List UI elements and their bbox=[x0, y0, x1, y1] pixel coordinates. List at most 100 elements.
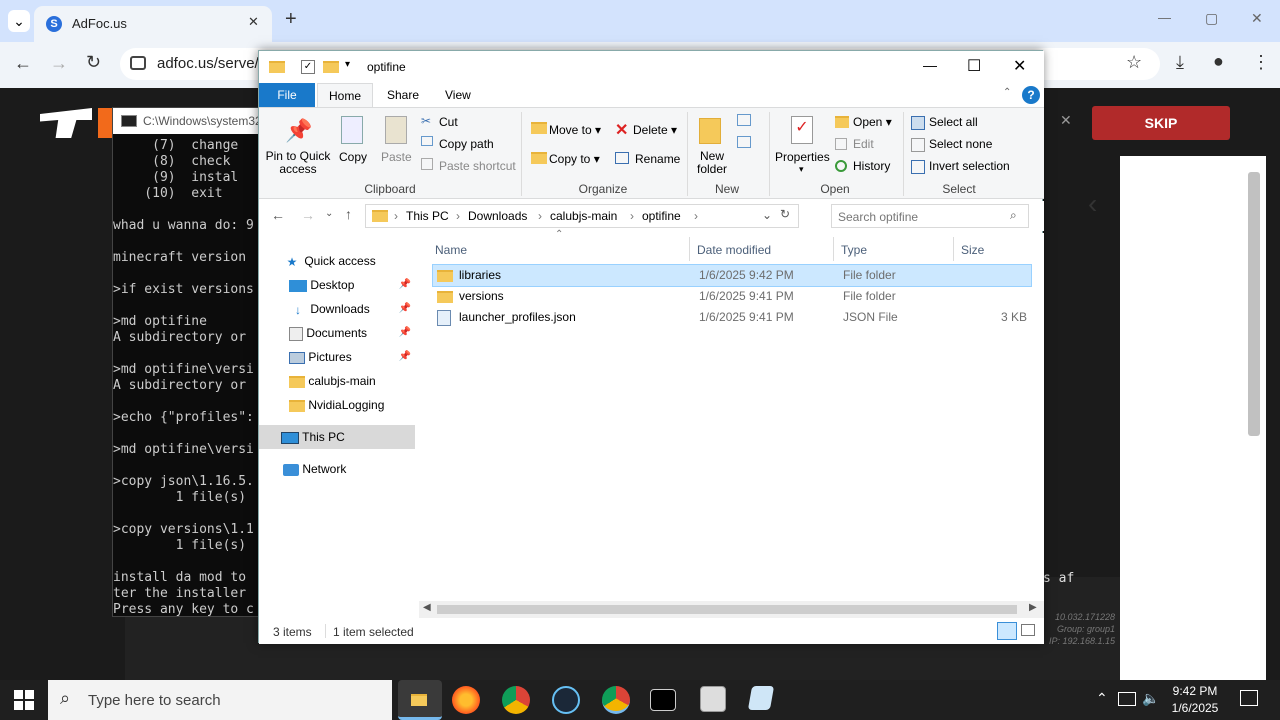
tab-home[interactable]: Home bbox=[317, 83, 373, 108]
carousel-prev-icon[interactable]: ‹ bbox=[1088, 188, 1097, 220]
download-icon[interactable]: ⤓ bbox=[1176, 52, 1184, 73]
recent-locations-icon[interactable]: ⌄ bbox=[325, 208, 333, 219]
browser-menu-icon[interactable]: ⋮ bbox=[1252, 52, 1270, 73]
sidebar-item-documents[interactable]: Documents 📌 bbox=[289, 321, 417, 345]
column-divider[interactable] bbox=[689, 237, 690, 261]
file-row[interactable]: libraries 1/6/2025 9:42 PM File folder bbox=[432, 264, 1032, 287]
file-row[interactable]: launcher_profiles.json 1/6/2025 9:41 PM JS… bbox=[433, 307, 1031, 328]
file-explorer-window[interactable]: ✓ ▾ optifine — ☐ ✕ File Home Share View … bbox=[258, 50, 1044, 644]
show-hidden-icons[interactable]: ⌃ bbox=[1096, 690, 1108, 707]
cmd-window[interactable]: C:\Windows\system32 (7) change (8) check… bbox=[112, 107, 282, 617]
notepad-icon[interactable] bbox=[747, 686, 775, 710]
sidebar-item-nvidialogging[interactable]: NvidiaLogging bbox=[289, 393, 417, 417]
paste-shortcut-button[interactable]: Paste shortcut bbox=[439, 159, 516, 173]
nav-up-button[interactable]: ↑ bbox=[345, 206, 352, 222]
file-row[interactable]: versions 1/6/2025 9:41 PM File folder bbox=[433, 286, 1031, 307]
breadcrumb-optifine[interactable]: optifine bbox=[642, 209, 681, 223]
window-close-button[interactable]: ✕ bbox=[1251, 10, 1263, 27]
breadcrumb-this-pc[interactable]: This PC bbox=[406, 209, 449, 223]
sidebar-item-this-pc[interactable]: This PC bbox=[259, 425, 415, 449]
network-status-icon[interactable] bbox=[1118, 692, 1136, 706]
delete-button[interactable]: Delete ▾ bbox=[633, 123, 677, 137]
tab-close-icon[interactable]: ✕ bbox=[248, 14, 259, 30]
easy-access-icon[interactable] bbox=[737, 136, 751, 148]
properties-dropdown-icon[interactable]: ▾ bbox=[799, 164, 804, 175]
quick-access-dropdown-icon[interactable]: ▾ bbox=[345, 59, 350, 70]
notifications-icon[interactable] bbox=[1240, 690, 1258, 706]
new-folder-quick-icon[interactable] bbox=[323, 61, 339, 73]
paste-button[interactable]: Paste bbox=[381, 150, 412, 164]
taskbar-clock[interactable]: 9:42 PM 1/6/2025 bbox=[1164, 683, 1226, 717]
search-icon[interactable]: ⌕ bbox=[1010, 208, 1017, 223]
bookmark-star-icon[interactable]: ☆ bbox=[1126, 52, 1142, 73]
sidebar-item-calubjs-main[interactable]: calubjs-main bbox=[289, 369, 417, 393]
refresh-icon[interactable]: ↻ bbox=[780, 207, 790, 221]
explorer-title-bar[interactable]: ✓ ▾ optifine — ☐ ✕ bbox=[259, 51, 1044, 83]
back-button[interactable]: ← bbox=[14, 53, 32, 74]
sidebar-item-quick-access[interactable]: ★ Quick access bbox=[283, 249, 417, 273]
column-divider[interactable] bbox=[833, 237, 834, 261]
address-dropdown-icon[interactable]: ⌄ bbox=[762, 208, 772, 222]
cmd-title-bar[interactable]: C:\Windows\system32 bbox=[113, 108, 281, 134]
profile-icon[interactable]: ● bbox=[1213, 51, 1224, 72]
web-scrollbar-thumb[interactable] bbox=[1248, 172, 1260, 436]
move-to-button[interactable]: Move to ▾ bbox=[549, 123, 601, 137]
column-size[interactable]: Size bbox=[961, 243, 984, 257]
column-name[interactable]: Name bbox=[435, 243, 467, 257]
select-none-button[interactable]: Select none bbox=[929, 137, 992, 151]
breadcrumb-calubjs-main[interactable]: calubjs-main bbox=[550, 209, 617, 223]
rename-button[interactable]: Rename bbox=[635, 152, 680, 166]
search-input[interactable]: Search optifine bbox=[838, 210, 918, 224]
copy-button[interactable]: Copy bbox=[339, 150, 367, 164]
copy-path-button[interactable]: Copy path bbox=[439, 137, 494, 151]
sidebar-item-desktop[interactable]: Desktop 📌 bbox=[289, 273, 417, 297]
chrome-icon[interactable] bbox=[502, 686, 530, 714]
cut-button[interactable]: Cut bbox=[439, 115, 458, 129]
nav-forward-button[interactable]: → bbox=[301, 207, 315, 223]
tab-file[interactable]: File bbox=[259, 83, 315, 107]
select-all-button[interactable]: Select all bbox=[929, 115, 978, 129]
open-button[interactable]: Open ▾ bbox=[853, 115, 892, 129]
pin-to-quick-access-button[interactable]: Pin to Quick access bbox=[265, 150, 331, 176]
sidebar-item-network[interactable]: Network bbox=[283, 457, 417, 481]
properties-button[interactable]: Properties bbox=[775, 150, 830, 164]
column-date-modified[interactable]: Date modified bbox=[697, 243, 771, 257]
window-minimize-button[interactable]: — bbox=[1158, 10, 1171, 25]
tab-search-dropdown-button[interactable]: ⌄ bbox=[8, 10, 30, 32]
ribbon-collapse-icon[interactable]: ⌃ bbox=[1003, 87, 1011, 98]
column-divider[interactable] bbox=[953, 237, 954, 261]
column-type[interactable]: Type bbox=[841, 243, 867, 257]
search-box[interactable]: Search optifine ⌕ bbox=[831, 204, 1029, 228]
breadcrumb[interactable]: › This PC › Downloads › calubjs-main › o… bbox=[365, 204, 799, 228]
horizontal-scrollbar[interactable]: ◀ ▶ bbox=[419, 601, 1044, 618]
forward-button[interactable]: → bbox=[50, 53, 68, 74]
ad-close-icon[interactable]: ✕ bbox=[1060, 112, 1072, 129]
window-maximize-button[interactable]: ▢ bbox=[1205, 10, 1218, 27]
invert-selection-button[interactable]: Invert selection bbox=[929, 159, 1010, 173]
reload-button[interactable]: ↻ bbox=[86, 52, 101, 73]
horizontal-scrollbar-thumb[interactable] bbox=[437, 605, 1017, 614]
firefox-icon[interactable] bbox=[452, 686, 480, 714]
history-button[interactable]: History bbox=[853, 159, 890, 173]
skip-ad-button[interactable]: SKIP bbox=[1092, 106, 1230, 140]
new-item-icon[interactable] bbox=[737, 114, 751, 126]
terminal-icon[interactable] bbox=[650, 689, 676, 711]
tab-share[interactable]: Share bbox=[387, 88, 419, 102]
tab-view[interactable]: View bbox=[445, 88, 471, 102]
properties-quick-icon[interactable]: ✓ bbox=[301, 60, 315, 74]
site-info-icon[interactable] bbox=[130, 56, 146, 70]
new-tab-button[interactable]: + bbox=[285, 8, 297, 31]
sidebar-item-downloads[interactable]: ↓ Downloads 📌 bbox=[289, 297, 417, 321]
installer-icon[interactable] bbox=[700, 686, 726, 712]
breadcrumb-downloads[interactable]: Downloads bbox=[468, 209, 527, 223]
windows-start-icon[interactable] bbox=[14, 690, 34, 710]
new-folder-button[interactable]: New folder bbox=[695, 150, 729, 176]
nav-back-button[interactable]: ← bbox=[271, 207, 285, 223]
explorer-minimize-button[interactable]: — bbox=[923, 57, 937, 73]
scroll-left-icon[interactable]: ◀ bbox=[423, 602, 431, 613]
copy-to-button[interactable]: Copy to ▾ bbox=[549, 152, 600, 166]
sidebar-item-pictures[interactable]: Pictures 📌 bbox=[289, 345, 417, 369]
large-icons-view-icon[interactable] bbox=[1021, 624, 1035, 636]
steam-icon[interactable] bbox=[552, 686, 580, 714]
volume-muted-icon[interactable]: 🔈 bbox=[1142, 690, 1159, 707]
